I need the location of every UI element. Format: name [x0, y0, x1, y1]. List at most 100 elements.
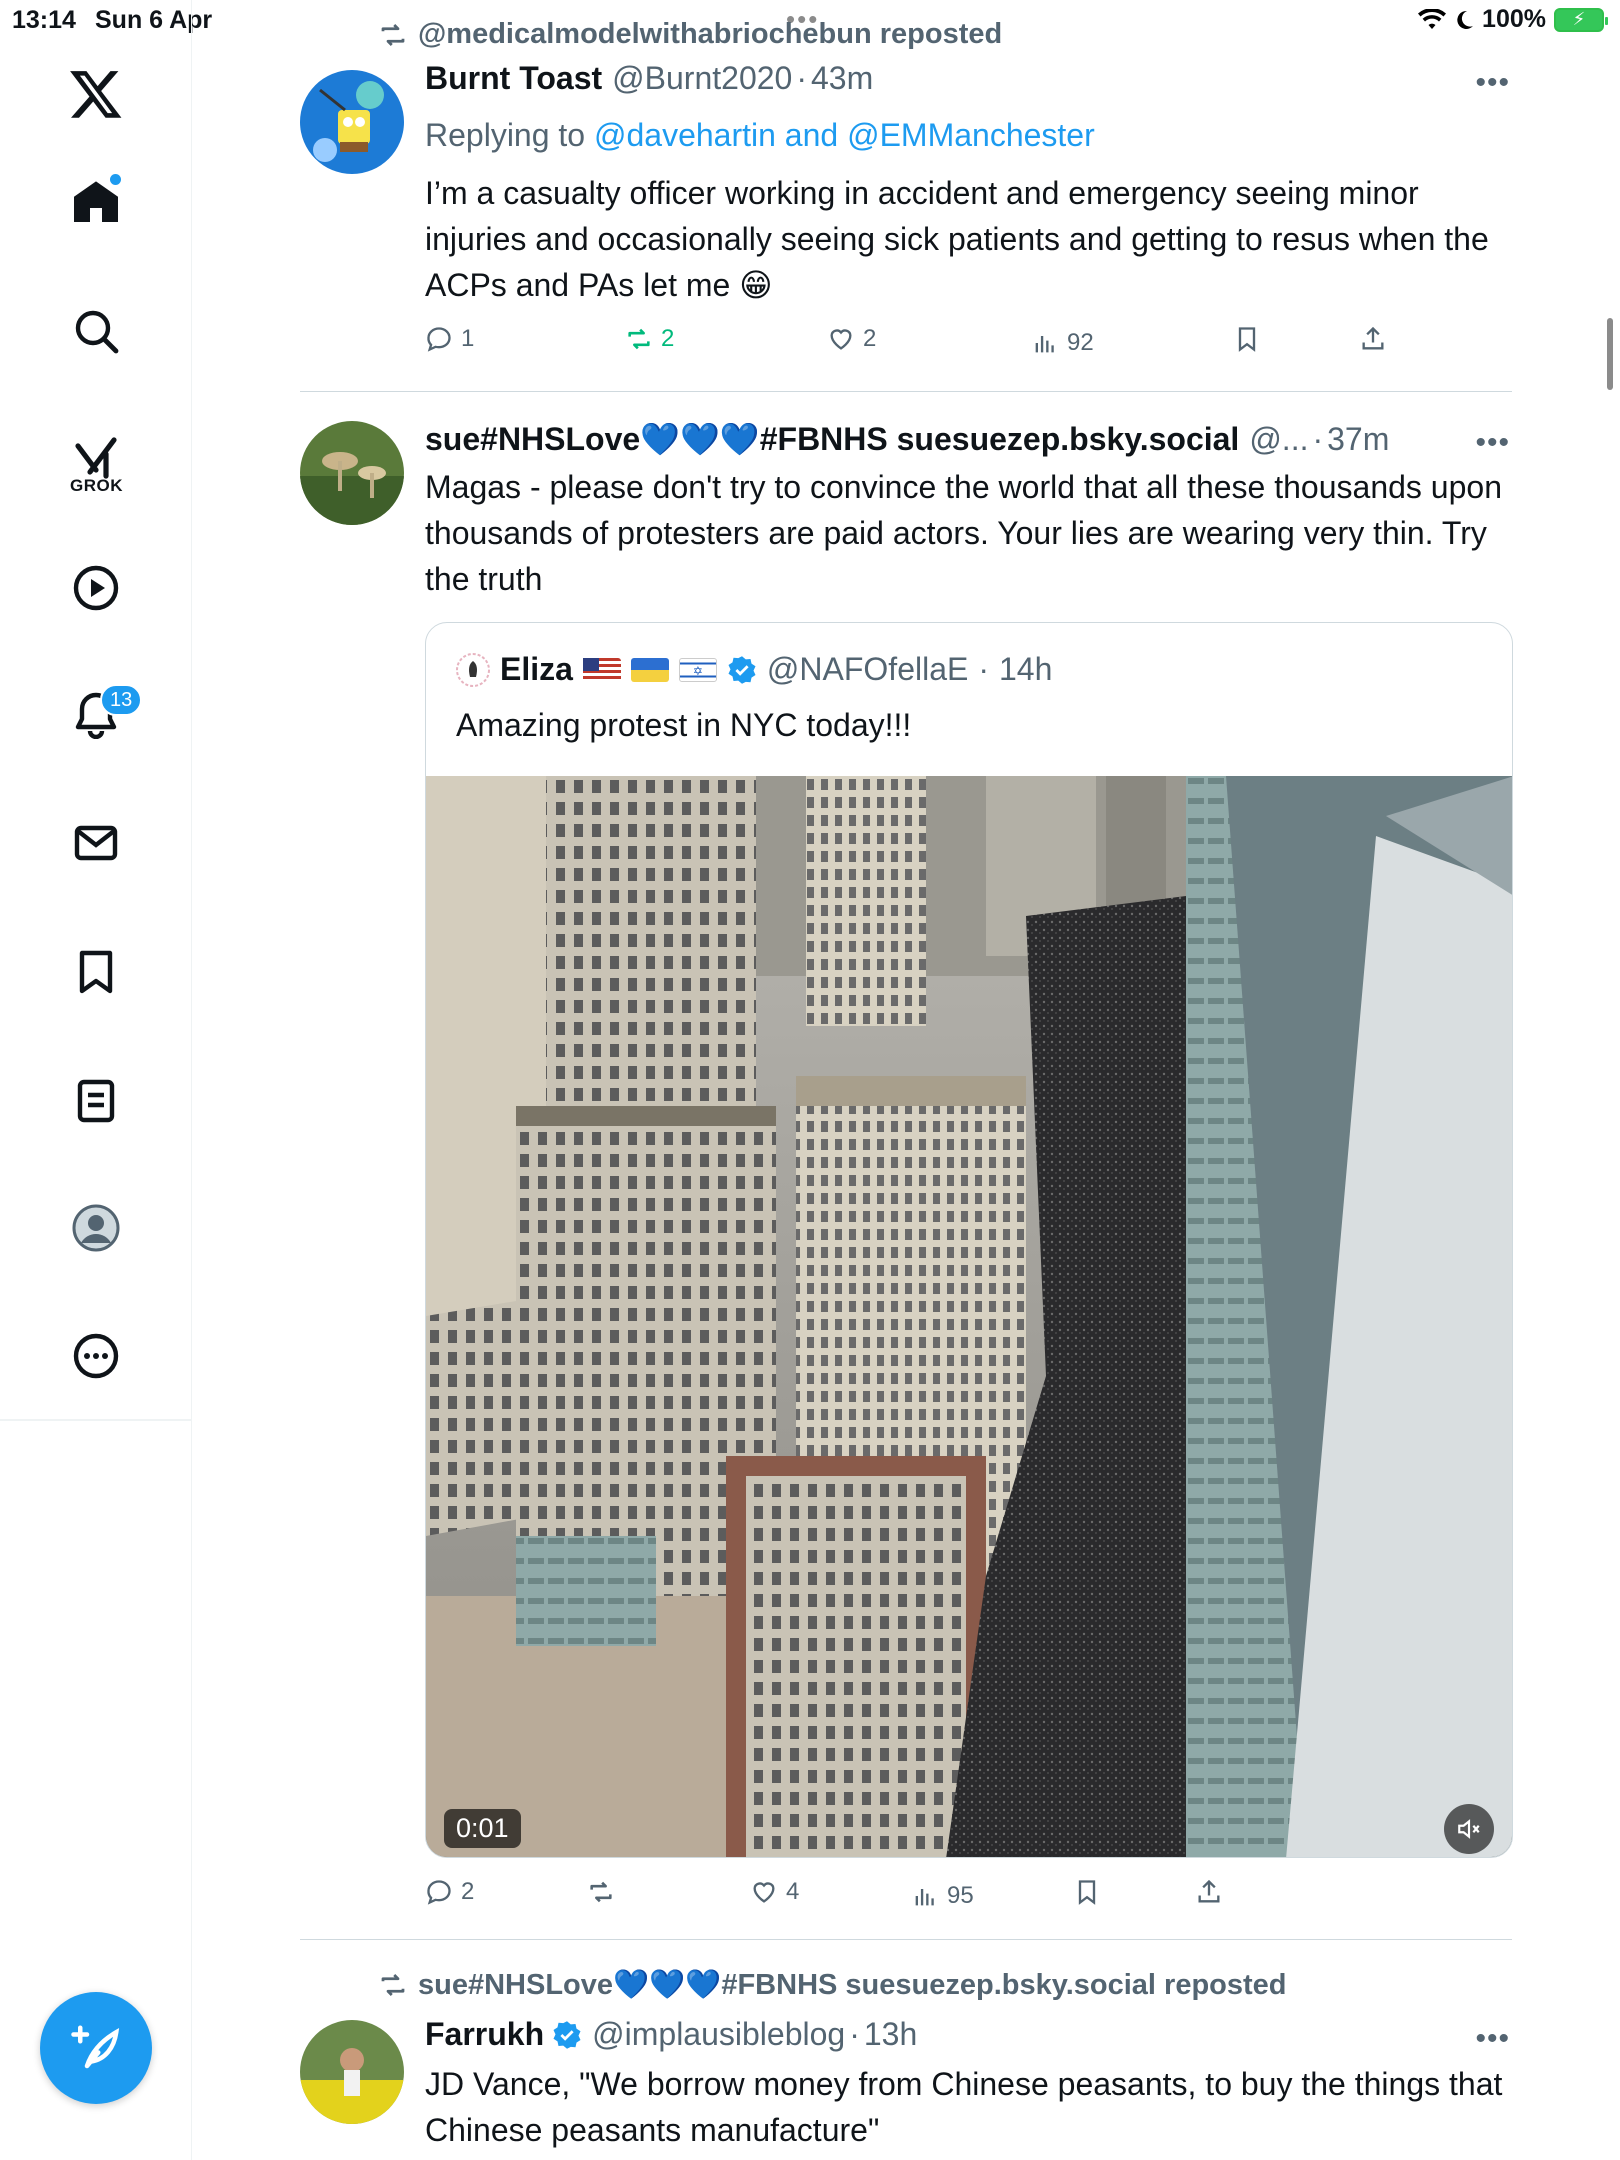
replying-to-users[interactable]: @davehartin and @EMManchester [594, 117, 1095, 153]
sidebar-item-profile[interactable] [56, 1188, 136, 1268]
compose-button[interactable] [40, 1992, 152, 2104]
moon-icon [1457, 10, 1474, 29]
share-button[interactable] [1359, 325, 1387, 353]
tweet-header: Burnt Toast @Burnt2020 · 43m [425, 60, 873, 97]
reply-button[interactable]: 2 [425, 1878, 474, 1906]
repost-button[interactable]: 2 [625, 325, 674, 353]
separator-dot: · [978, 651, 989, 687]
tweet-time[interactable]: 13h [864, 2016, 917, 2053]
more-options-icon[interactable]: ••• [1475, 426, 1510, 460]
home-unread-dot [110, 174, 121, 185]
quoted-tweet[interactable]: Eliza ✡ @NAFOfellaE · 14h Amazing protes… [425, 622, 1513, 1858]
tweet-text: I’m a casualty officer working in accide… [425, 175, 1489, 303]
author-name[interactable]: Farrukh [425, 2016, 544, 2053]
avatar[interactable] [300, 421, 404, 525]
sidebar-item-videos[interactable] [56, 548, 136, 628]
sidebar-item-home[interactable] [56, 162, 136, 242]
ukraine-flag-icon [630, 657, 669, 682]
heart-icon [753, 1882, 775, 1903]
verified-badge-icon [728, 655, 756, 684]
wifi-icon [1418, 8, 1447, 29]
repost-icon [590, 1881, 612, 1903]
mail-icon [74, 825, 118, 861]
tweet-divider [300, 1939, 1512, 1940]
israel-flag-icon: ✡ [678, 657, 717, 682]
reply-button[interactable]: 1 [425, 325, 474, 353]
quote-author-name[interactable]: Eliza [500, 651, 573, 688]
like-button[interactable]: 4 [750, 1878, 799, 1906]
sidebar-divider [0, 1419, 192, 1421]
author-handle[interactable]: @... [1249, 421, 1308, 458]
heart-icon [830, 329, 852, 350]
reply-icon [427, 1880, 451, 1905]
battery-icon: ⚡ [1554, 7, 1608, 32]
notification-badge: 13 [100, 684, 143, 716]
like-count: 4 [786, 1878, 800, 1905]
list-icon [77, 1079, 115, 1123]
quote-header: Eliza ✡ @NAFOfellaE · 14h [456, 651, 1052, 688]
quote-time[interactable]: 14h [999, 651, 1052, 688]
repost-indicator: @medicalmodelwithabriochebun reposted [378, 18, 1002, 51]
separator-dot: · [1312, 420, 1324, 457]
views-button[interactable]: 92 [1031, 329, 1094, 357]
grok-icon [75, 437, 117, 479]
view-count: 92 [1067, 329, 1094, 356]
bookmark-icon [1078, 1880, 1096, 1905]
separator-dot: · [849, 2016, 860, 2052]
home-icon [74, 181, 118, 222]
repost-icon [628, 328, 650, 350]
tweet-time[interactable]: 43m [811, 60, 873, 97]
compose-icon [71, 2025, 120, 2069]
muted-speaker-icon [1458, 1819, 1480, 1839]
video-player[interactable]: 0:01 [426, 776, 1512, 1857]
replying-prefix: Replying to [425, 117, 586, 153]
share-icon [1198, 1879, 1220, 1903]
tweet-actions: 1 2 2 92 [425, 325, 1505, 365]
like-button[interactable]: 2 [827, 325, 876, 353]
sidebar-item-bookmarks[interactable] [56, 932, 136, 1012]
quote-text: Amazing protest in NYC today!!! [456, 707, 912, 743]
bookmark-button[interactable] [1073, 1878, 1101, 1906]
tweet-text: Magas - please don't try to convince the… [425, 469, 1502, 597]
reply-count: 2 [461, 1878, 475, 1905]
video-timestamp: 0:01 [444, 1809, 521, 1848]
bookmark-button[interactable] [1233, 325, 1261, 353]
author-name[interactable]: Burnt Toast [425, 60, 602, 97]
repost-button[interactable] [587, 1878, 623, 1906]
views-button[interactable]: 95 [911, 1882, 974, 1910]
reply-icon [427, 327, 451, 352]
tweet-text: JD Vance, "We borrow money from Chinese … [425, 2066, 1503, 2148]
search-icon [75, 310, 119, 354]
separator-dot: · [796, 60, 807, 96]
replying-to: Replying to @davehartin and @EMMancheste… [425, 112, 1525, 158]
like-count: 2 [863, 325, 877, 352]
views-icon [915, 1889, 934, 1906]
repost-by[interactable]: @medicalmodelwithabriochebun reposted [418, 18, 1002, 51]
scrollbar[interactable] [1607, 318, 1613, 390]
x-logo-icon[interactable] [68, 66, 124, 122]
tweet-time[interactable]: 37m [1327, 421, 1389, 458]
more-options-icon[interactable]: ••• [1475, 2022, 1510, 2056]
sidebar-item-messages[interactable] [56, 803, 136, 883]
bookmark-icon [1238, 327, 1256, 352]
quote-author-handle[interactable]: @NAFOfellaE [767, 651, 968, 688]
view-count: 95 [947, 1882, 974, 1909]
author-handle[interactable]: @Burnt2020 [612, 60, 792, 97]
avatar[interactable] [300, 70, 404, 174]
sidebar-item-lists[interactable] [56, 1061, 136, 1141]
author-name[interactable]: sue#NHSLove💙💙💙#FBNHS suesuezep.bsky.soci… [425, 420, 1239, 458]
verified-badge-icon [553, 2020, 581, 2049]
tweet-divider [300, 391, 1512, 392]
sidebar-item-more[interactable] [56, 1316, 136, 1396]
more-options-icon[interactable]: ••• [1475, 66, 1510, 100]
mute-button[interactable] [1444, 1804, 1494, 1854]
repost-icon [381, 23, 405, 46]
repost-by[interactable]: sue#NHSLove💙💙💙#FBNHS suesuezep.bsky.soci… [418, 1968, 1287, 2002]
quote-avatar[interactable] [456, 652, 490, 687]
author-handle[interactable]: @implausibleblog [592, 2016, 845, 2053]
sidebar-item-explore[interactable] [56, 291, 136, 371]
us-flag-icon [582, 657, 621, 682]
share-button[interactable] [1195, 1878, 1223, 1906]
avatar[interactable] [300, 2020, 404, 2124]
video-frame [426, 776, 1512, 1857]
